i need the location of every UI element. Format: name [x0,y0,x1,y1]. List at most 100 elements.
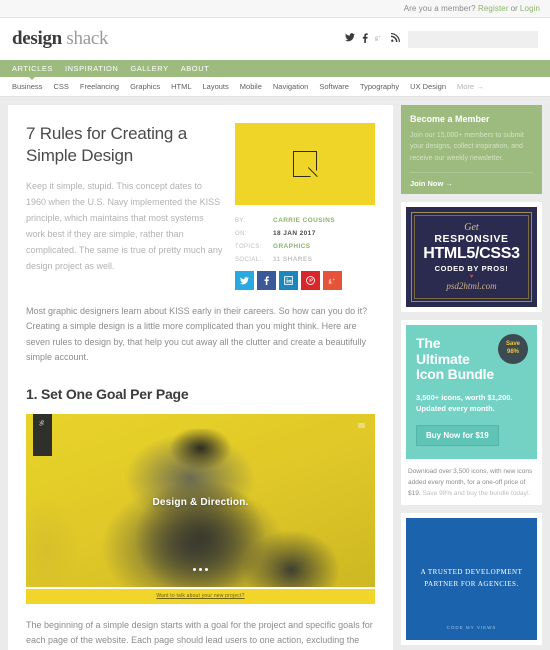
article-header-left: 7 Rules for Creating a Simple Design Kee… [26,123,223,290]
primary-nav: ARTICLES INSPIRATION GALLERY ABOUT [0,60,550,80]
save-badge: Save 98% [498,333,528,364]
meta-row-topics: TOPICS: GRAPHICS [235,243,375,250]
meta-value-shares: 11 SHARES [273,256,313,263]
ad-icon-bundle-caption: Download over 3,500 icons, with new icon… [406,459,537,500]
masthead: design shack g + [0,18,550,60]
meta-key-on: ON: [235,231,247,237]
logo-secondary: shack [66,28,109,49]
share-buttons: g + [235,271,375,290]
subnav-business[interactable]: Business [12,82,42,91]
ad-ornament-frame-inner [414,214,529,299]
page-document-icon [293,151,327,178]
member-prompt: Are you a member? [403,4,476,13]
ad-code-my-views-inner: A TRUSTED DEVELOPMENT PARTNER FOR AGENCI… [406,517,537,640]
cmv-brand-logo: CODE MY VIEWS [446,624,497,630]
site-logo[interactable]: design shack [12,28,108,50]
meta-key-social: SOCIAL: [235,257,262,263]
hero-overlay-title: Design & Direction. [152,497,249,509]
search-input[interactable] [408,30,538,48]
article-thumbnail[interactable] [235,123,375,205]
cmv-line-1: A TRUSTED DEVELOPMENT [420,567,523,576]
nav-articles[interactable]: ARTICLES [12,64,53,80]
svg-text:g: g [328,279,331,285]
save-badge-line2: 98% [506,348,519,355]
member-body: Join our 15,000+ members to submit your … [410,132,524,162]
logo-primary: design [12,28,62,49]
meta-row-by: BY: CARRIE COUSINS [235,217,375,224]
icon-bundle-title-2: Ultimate [416,350,470,367]
or-separator: or [510,4,518,13]
svg-text:g: g [375,36,378,42]
facebook-icon[interactable] [362,32,368,46]
subnav-layouts[interactable]: Layouts [203,82,229,91]
top-utility-bar: Are you a member? Register or Login [0,0,550,18]
join-now-button[interactable]: Join Now → [410,171,533,194]
article-lede: Keep it simple, stupid. This concept dat… [26,180,223,271]
twitter-icon[interactable] [345,33,355,45]
article-meta: BY: CARRIE COUSINS ON: 18 JAN 2017 TOPIC… [235,217,375,263]
share-twitter-button[interactable] [235,271,254,290]
article-column: 7 Rules for Creating a Simple Design Kee… [8,105,393,650]
cmv-line-2: PARTNER FOR AGENCIES. [424,579,519,588]
meta-value-topic[interactable]: GRAPHICS [273,243,311,250]
article-paragraph-2: The beginning of a simple design starts … [26,619,373,646]
page-root: Are you a member? Register or Login desi… [0,0,550,650]
subnav-css[interactable]: CSS [53,82,68,91]
icon-bundle-sub: 3,500+ icons, worth $1,200. Updated ever… [416,392,527,415]
share-pinterest-button[interactable] [301,271,320,290]
article-heading-1: 1. Set One Goal Per Page [26,385,189,402]
meta-value-author[interactable]: CARRIE COUSINS [273,217,335,224]
icon-bundle-title-3: Icon Bundle [416,366,494,383]
nav-about[interactable]: ABOUT [181,64,210,73]
icon-bundle-sub-2: Updated every month. [416,404,495,414]
share-facebook-button[interactable] [257,271,276,290]
secondary-nav: Business CSS Freelancing Graphics HTML L… [0,77,550,97]
page-title: 7 Rules for Creating a Simple Design [26,124,187,166]
rss-icon[interactable] [391,33,400,45]
subnav-ux-design[interactable]: UX Design [410,82,446,91]
article-header: 7 Rules for Creating a Simple Design Kee… [26,123,375,290]
login-link[interactable]: Login [520,4,540,13]
share-googleplus-button[interactable]: g + [323,271,342,290]
nav-gallery[interactable]: GALLERY [130,64,168,73]
icon-bundle-sub-1: 3,500+ icons, worth $1,200. [416,393,513,402]
masthead-right: g + [345,30,538,48]
ad-psd2html[interactable]: Get RESPONSIVE HTML5/CSS3 CODED BY PROS!… [401,201,542,312]
buy-now-button[interactable]: Buy Now for $19 [416,424,499,446]
subnav-html[interactable]: HTML [171,82,191,91]
save-badge-line1: Save [505,341,520,348]
meta-row-social: SOCIAL: 11 SHARES [235,256,375,263]
svg-text:+: + [379,34,382,39]
google-plus-icon[interactable]: g + [375,33,384,45]
icon-bundle-title-1: The [416,334,441,351]
hero-side-tab [32,413,53,456]
hero-cta-text: Want to talk about your new project? [156,593,245,600]
meta-key-topics: TOPICS: [235,244,262,250]
sidebar: Become a Member Join our 15,000+ members… [401,105,542,650]
subnav-more[interactable]: More → [457,82,484,91]
ad-psd2html-inner: Get RESPONSIVE HTML5/CSS3 CODED BY PROS!… [406,206,537,307]
hero-cta-strip[interactable]: Want to talk about your new project? [26,586,375,604]
hero-person-silhouette [116,429,285,604]
article-hero-image: Design & Direction. Want to talk about y… [26,413,375,604]
ad-icon-bundle: Save 98% The Ultimate Icon Bundle 3,500+… [401,319,542,505]
register-link[interactable]: Register [478,4,509,13]
subnav-mobile[interactable]: Mobile [240,82,262,91]
hero-slider-dots[interactable] [26,567,375,571]
svg-text:+: + [332,277,335,282]
subnav-graphics[interactable]: Graphics [130,82,160,91]
subnav-software[interactable]: Software [319,82,349,91]
meta-key-by: BY: [235,218,246,224]
ad-caption-muted: Save 98% and buy the bundle today!. [422,490,531,498]
ad-code-my-views[interactable]: A TRUSTED DEVELOPMENT PARTNER FOR AGENCI… [401,512,542,645]
social-links: g + [345,32,400,46]
widget-become-member: Become a Member Join our 15,000+ members… [401,105,542,194]
hero-corner-marker [357,423,365,429]
ad-icon-bundle-inner[interactable]: Save 98% The Ultimate Icon Bundle 3,500+… [406,324,537,459]
subnav-navigation[interactable]: Navigation [273,82,308,91]
meta-row-on: ON: 18 JAN 2017 [235,230,375,237]
subnav-freelancing[interactable]: Freelancing [80,82,119,91]
share-linkedin-button[interactable] [279,271,298,290]
subnav-typography[interactable]: Typography [360,82,399,91]
nav-inspiration[interactable]: INSPIRATION [65,64,118,73]
